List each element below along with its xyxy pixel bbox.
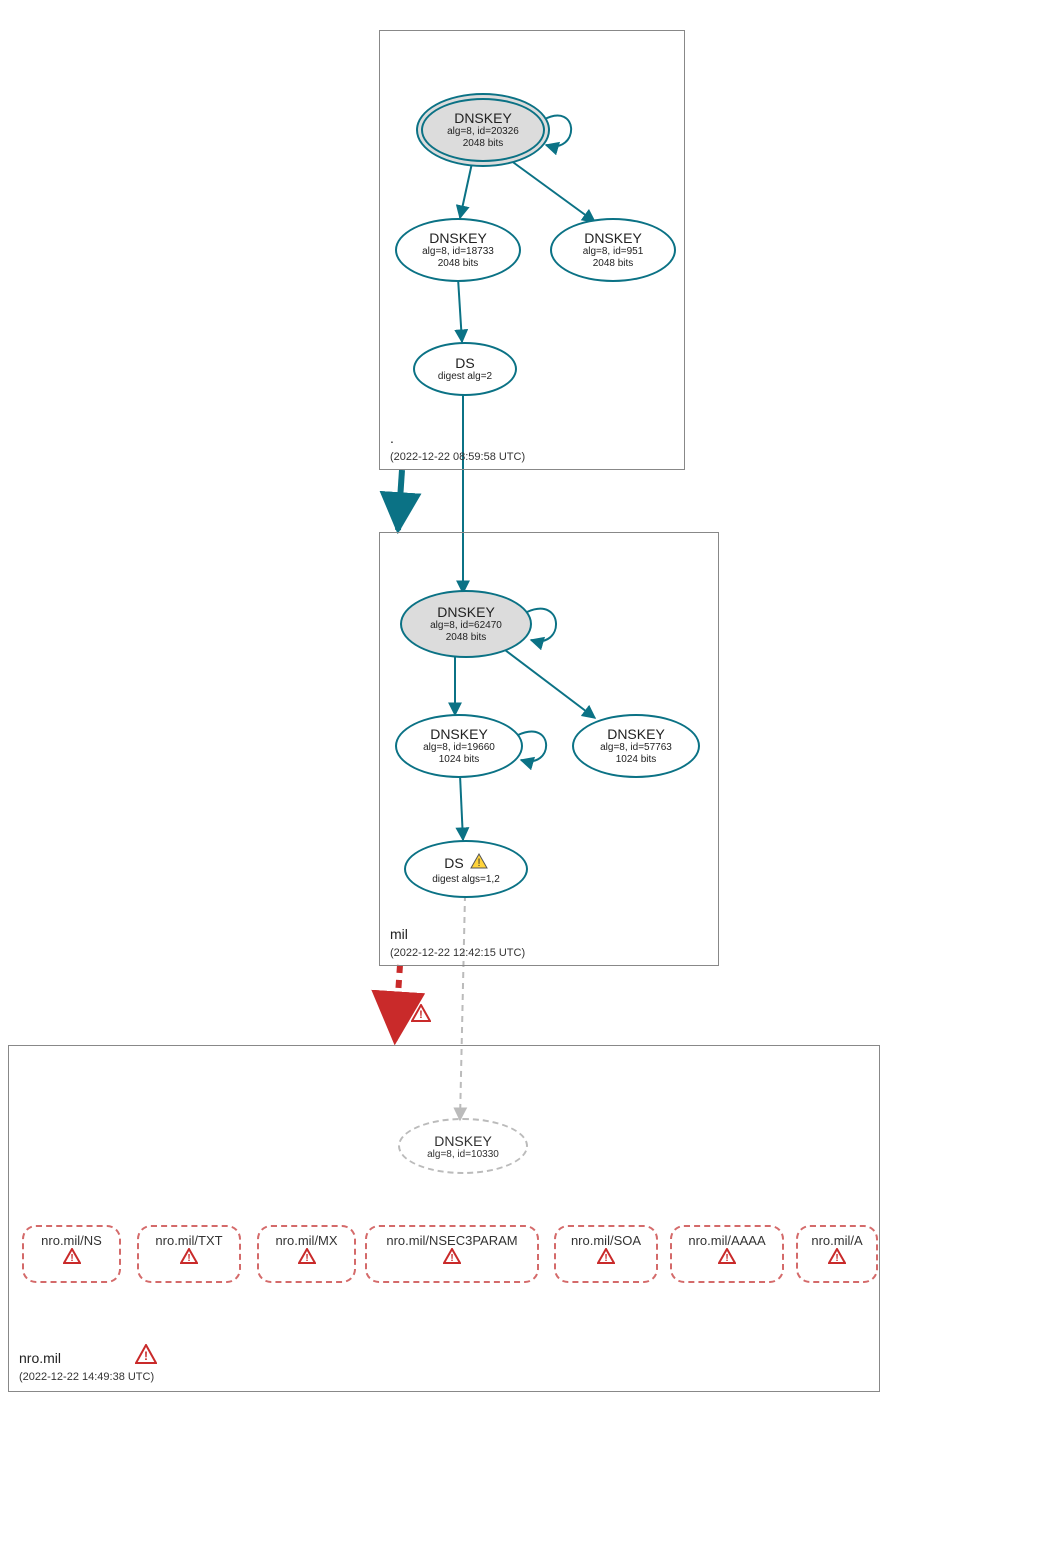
zone-root-name: . (390, 430, 525, 446)
zone-nro: nro.mil (2022-12-22 14:49:38 UTC) ! (8, 1045, 880, 1392)
zone-root-ts: (2022-12-22 08:59:58 UTC) (390, 451, 525, 463)
record-a[interactable]: nro.mil/A ! (796, 1225, 878, 1283)
svg-text:!: ! (305, 1253, 308, 1264)
node-mil-zsk1[interactable]: DNSKEY alg=8, id=19660 1024 bits (395, 714, 523, 778)
zone-mil-label: mil (2022-12-22 12:42:15 UTC) (390, 926, 525, 959)
record-ns[interactable]: nro.mil/NS ! (22, 1225, 121, 1283)
record-nsec3param[interactable]: nro.mil/NSEC3PARAM ! (365, 1225, 539, 1283)
node-root-ksk[interactable]: DNSKEY alg=8, id=20326 2048 bits (416, 93, 550, 167)
record-aaaa[interactable]: nro.mil/AAAA ! (670, 1225, 784, 1283)
node-sub1: alg=8, id=20326 (447, 126, 519, 138)
svg-text:!: ! (419, 1009, 423, 1021)
record-mx[interactable]: nro.mil/MX ! (257, 1225, 356, 1283)
node-mil-ksk[interactable]: DNSKEY alg=8, id=62470 2048 bits (400, 590, 532, 658)
node-root-ds[interactable]: DS digest alg=2 (413, 342, 517, 396)
warning-icon: ! (470, 853, 488, 874)
node-mil-zsk2[interactable]: DNSKEY alg=8, id=57763 1024 bits (572, 714, 700, 778)
svg-text:!: ! (477, 857, 480, 869)
svg-text:!: ! (70, 1253, 73, 1264)
svg-text:!: ! (604, 1253, 607, 1264)
node-sub2: 2048 bits (463, 138, 504, 150)
node-root-zsk1[interactable]: DNSKEY alg=8, id=18733 2048 bits (395, 218, 521, 282)
record-soa[interactable]: nro.mil/SOA ! (554, 1225, 658, 1283)
svg-text:!: ! (725, 1253, 728, 1264)
svg-text:!: ! (144, 1349, 148, 1363)
svg-text:!: ! (835, 1253, 838, 1264)
node-nro-dnskey[interactable]: DNSKEY alg=8, id=10330 (398, 1118, 528, 1174)
error-icon: ! (135, 1344, 157, 1369)
error-icon: ! (411, 1004, 431, 1027)
svg-text:!: ! (187, 1253, 190, 1264)
record-txt[interactable]: nro.mil/TXT ! (137, 1225, 241, 1283)
node-title: DNSKEY (454, 110, 512, 126)
zone-nro-label: nro.mil (2022-12-22 14:49:38 UTC) (19, 1350, 154, 1383)
zone-root-label: . (2022-12-22 08:59:58 UTC) (390, 430, 525, 463)
svg-text:!: ! (450, 1253, 453, 1264)
node-mil-ds[interactable]: DS ! digest algs=1,2 (404, 840, 528, 898)
node-root-zsk2[interactable]: DNSKEY alg=8, id=951 2048 bits (550, 218, 676, 282)
